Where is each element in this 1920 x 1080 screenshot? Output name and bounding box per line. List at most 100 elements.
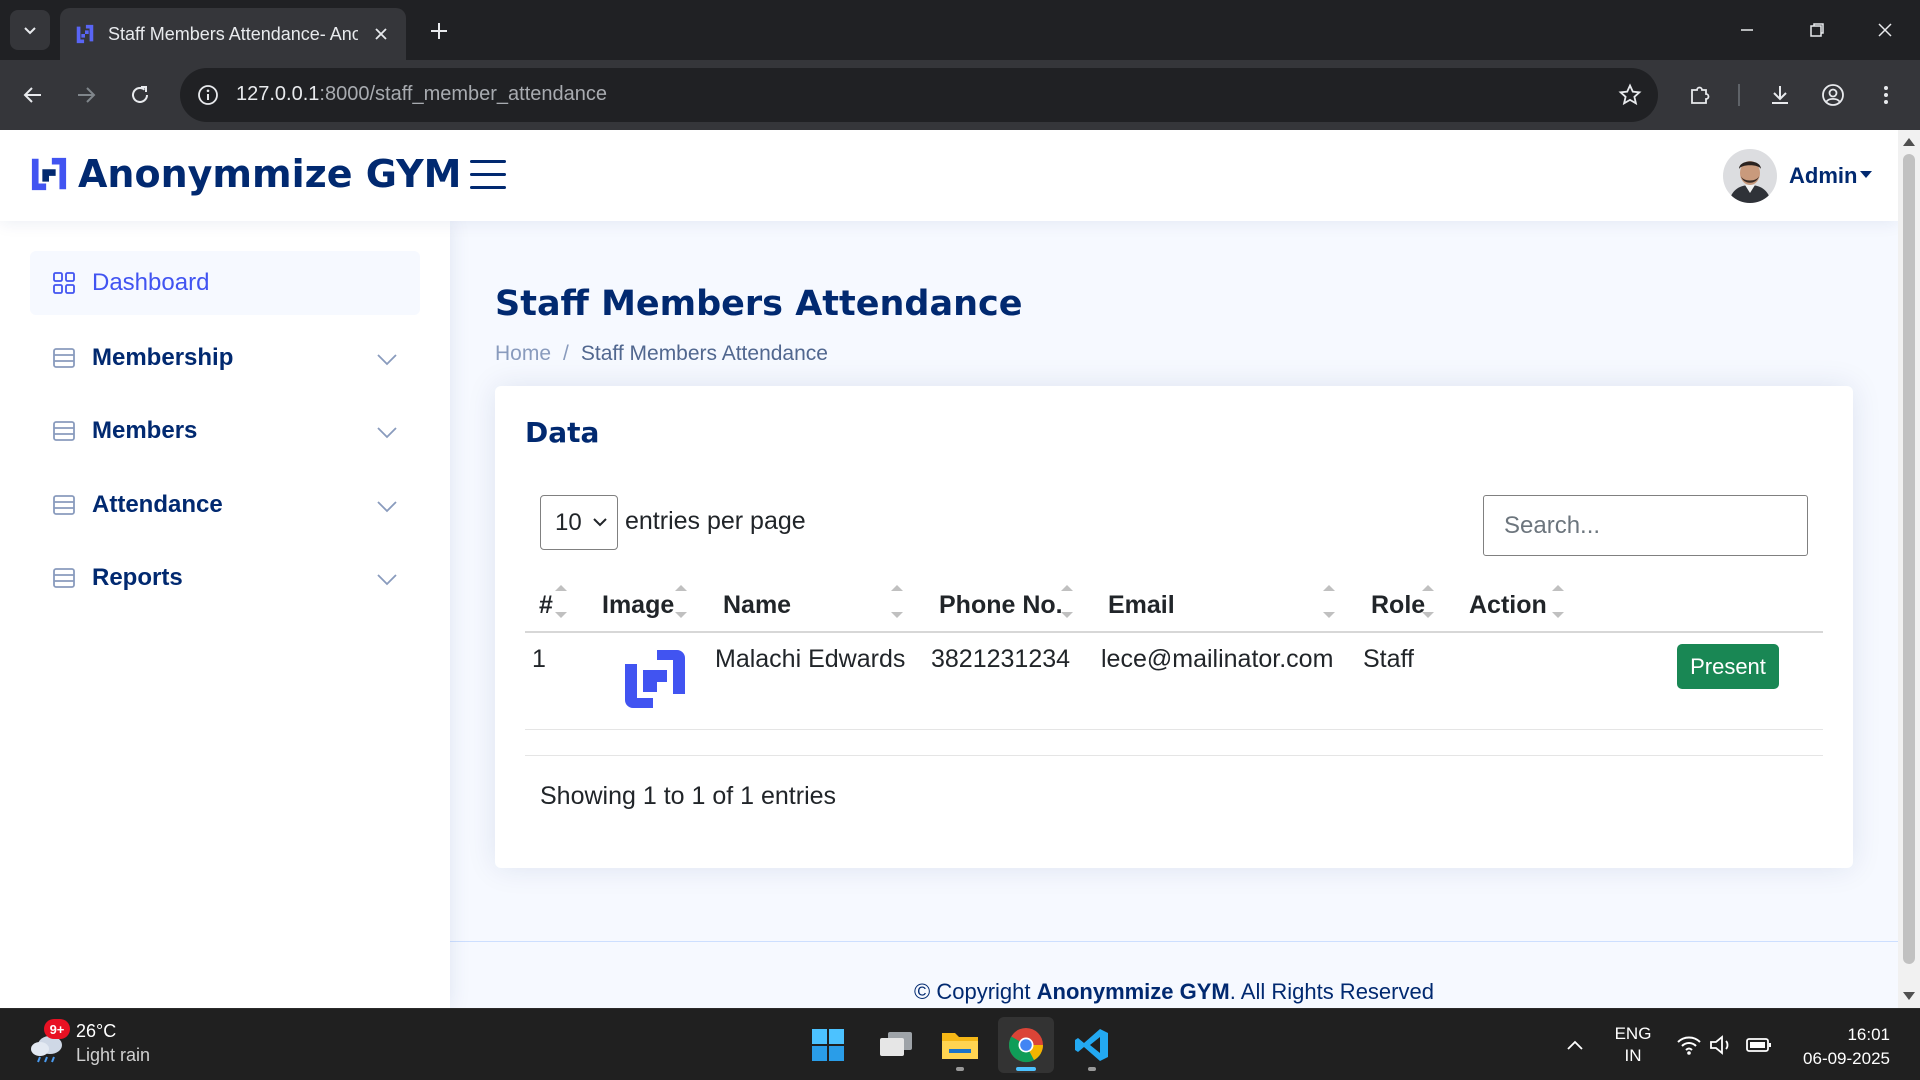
page-scrollbar[interactable]	[1898, 130, 1920, 1008]
chevron-down-icon	[377, 574, 397, 586]
profile-button[interactable]	[1813, 75, 1853, 115]
table-search-input[interactable]	[1483, 495, 1808, 556]
chevron-up-icon[interactable]	[1564, 1035, 1586, 1057]
cell-phone: 3821231234	[931, 645, 1071, 673]
system-clock[interactable]: 16:01 06-09-2025	[1780, 1023, 1890, 1071]
tab-search-button[interactable]	[10, 10, 50, 50]
windows-logo-icon	[812, 1029, 844, 1061]
brand-name: Anonymmize GYM	[78, 152, 462, 196]
start-button[interactable]	[800, 1017, 856, 1073]
sort-icon[interactable]	[890, 583, 904, 621]
running-indicator	[956, 1067, 964, 1071]
footer-divider	[450, 941, 1898, 942]
volume-icon[interactable]	[1708, 1033, 1734, 1057]
breadcrumb-home-link[interactable]: Home	[495, 342, 551, 366]
breadcrumb: Home / Staff Members Attendance	[495, 342, 828, 366]
arrow-right-icon	[78, 87, 96, 103]
footer-copyright: © Copyright Anonymmize GYM. All Rights R…	[914, 979, 1434, 1004]
minimize-button[interactable]	[1722, 10, 1772, 50]
wifi-icon[interactable]	[1676, 1033, 1702, 1057]
sidebar-item-label: Members	[92, 417, 198, 444]
user-avatar[interactable]	[1723, 149, 1777, 203]
sort-icon[interactable]	[554, 583, 568, 621]
weather-description: Light rain	[76, 1045, 151, 1065]
input-language[interactable]: ENG IN	[1608, 1023, 1658, 1067]
list-icon	[53, 421, 75, 441]
column-header-phone[interactable]: Phone No.	[939, 583, 1063, 627]
member-image	[625, 650, 685, 708]
close-icon	[1878, 23, 1892, 37]
column-header-name[interactable]: Name	[723, 583, 791, 627]
cell-role: Staff	[1363, 645, 1414, 673]
browser-menu-button[interactable]	[1866, 75, 1906, 115]
column-header-email[interactable]: Email	[1108, 583, 1175, 627]
chevron-down-icon	[377, 354, 397, 366]
task-view-button[interactable]	[868, 1017, 924, 1073]
entries-per-page-select[interactable]: 10	[540, 495, 618, 550]
account-circle-icon	[1822, 84, 1844, 106]
chevron-down-icon	[377, 501, 397, 513]
sidebar-item-membership[interactable]: Membership	[30, 326, 420, 390]
table-row-divider	[525, 729, 1823, 730]
address-bar[interactable]: 127.0.0.1:8000/staff_member_attendance	[180, 68, 1658, 122]
running-indicator	[1088, 1067, 1096, 1071]
sort-icon[interactable]	[1421, 583, 1435, 621]
vscode-taskbar-button[interactable]	[1064, 1017, 1120, 1073]
sort-icon[interactable]	[1551, 583, 1565, 621]
cell-name: Malachi Edwards	[715, 645, 906, 673]
sidebar-toggle-icon[interactable]	[470, 160, 506, 192]
minimize-icon	[1741, 29, 1753, 31]
sidebar-item-reports[interactable]: Reports	[30, 546, 420, 610]
present-button[interactable]: Present	[1677, 644, 1779, 689]
weather-temperature: 26°C	[76, 1021, 117, 1041]
breadcrumb-current: Staff Members Attendance	[580, 342, 828, 365]
tab-close-icon[interactable]	[370, 23, 392, 45]
browser-tab-active[interactable]: Staff Members Attendance- Anonymmize GYM	[60, 8, 406, 60]
user-name[interactable]: Admin	[1789, 163, 1857, 189]
downloads-button[interactable]	[1760, 75, 1800, 115]
grid-icon	[53, 272, 75, 294]
column-header-image[interactable]: Image	[602, 583, 674, 627]
sort-icon[interactable]	[1060, 583, 1074, 621]
column-header-role[interactable]: Role	[1371, 583, 1425, 627]
reload-icon	[132, 86, 148, 103]
site-info-icon[interactable]	[194, 81, 222, 109]
page-title: Staff Members Attendance	[495, 284, 1023, 324]
sort-icon[interactable]	[674, 583, 688, 621]
bookmark-star-icon[interactable]	[1616, 81, 1644, 109]
scroll-up-arrow-icon[interactable]	[1903, 136, 1915, 148]
card-title: Data	[525, 416, 600, 449]
new-tab-button[interactable]	[422, 14, 456, 48]
sidebar-item-label: Dashboard	[92, 269, 210, 296]
sidebar-item-attendance[interactable]: Attendance	[30, 473, 420, 537]
web-page: Anonymmize GYM Admin Dashboard Membershi…	[0, 130, 1898, 1008]
sort-icon[interactable]	[1322, 583, 1336, 621]
close-window-button[interactable]	[1860, 10, 1910, 50]
scrollbar-thumb[interactable]	[1903, 154, 1915, 964]
chevron-down-icon	[377, 427, 397, 439]
file-explorer-button[interactable]	[932, 1017, 988, 1073]
entries-per-page-value: 10	[555, 508, 582, 536]
running-indicator	[1016, 1067, 1036, 1071]
restore-icon	[1810, 23, 1824, 37]
battery-icon[interactable]	[1746, 1033, 1772, 1057]
reload-button[interactable]	[120, 75, 160, 115]
restore-button[interactable]	[1792, 10, 1842, 50]
caret-down-icon[interactable]	[1860, 171, 1872, 179]
arrow-left-icon	[23, 87, 41, 103]
column-header-action[interactable]: Action	[1469, 583, 1547, 627]
scroll-down-arrow-icon[interactable]	[1903, 990, 1915, 1002]
sidebar-item-dashboard[interactable]: Dashboard	[30, 251, 420, 315]
puzzle-icon	[1691, 86, 1710, 104]
url-text: 127.0.0.1:8000/staff_member_attendance	[236, 83, 608, 105]
sidebar-item-members[interactable]: Members	[30, 399, 420, 463]
column-header-number[interactable]: #	[539, 583, 553, 627]
forward-button[interactable]	[66, 75, 106, 115]
brand-logo[interactable]: Anonymmize GYM	[30, 152, 461, 196]
extensions-button[interactable]	[1680, 75, 1720, 115]
sidebar-item-label: Membership	[92, 344, 234, 371]
breadcrumb-separator: /	[563, 342, 569, 365]
chrome-taskbar-button[interactable]	[998, 1017, 1054, 1073]
gym-favicon-icon	[76, 24, 94, 44]
back-button[interactable]	[13, 75, 53, 115]
